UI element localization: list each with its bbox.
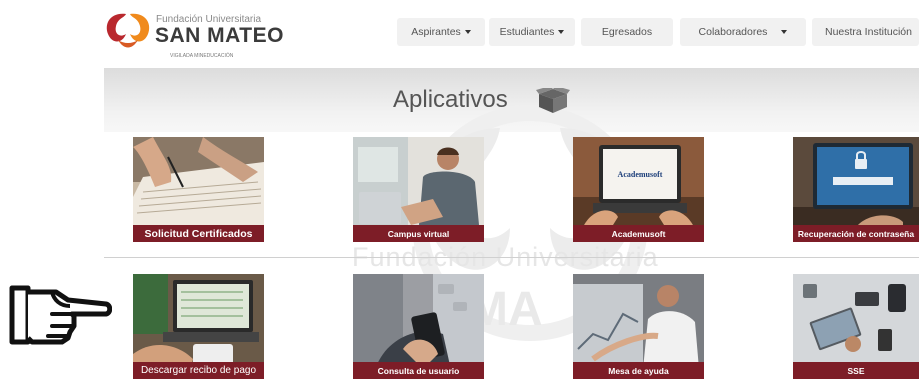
nav-nuestra-institucion-label: Nuestra Institución xyxy=(825,26,912,38)
tile-descargar-recibo[interactable]: Descargar recibo de pago xyxy=(133,274,264,379)
tile-label: Recuperación de contraseña xyxy=(793,225,919,242)
nav-nuestra-institucion[interactable]: Nuestra Institución xyxy=(812,18,919,46)
tile-recuperacion-contrasena[interactable]: Recuperación de contraseña xyxy=(793,137,919,242)
academusoft-screen-text: Academusoft xyxy=(617,170,663,179)
logo-mark-icon xyxy=(106,13,150,48)
tile-label: Consulta de usuario xyxy=(353,362,484,379)
chevron-down-icon xyxy=(558,30,565,34)
tile-solicitud-certificados[interactable]: Solicitud Certificados xyxy=(133,137,264,242)
row-divider xyxy=(104,257,919,258)
logo-tagline: VIGILADA MINEDUCACIÓN xyxy=(170,53,234,59)
site-header: Fundación Universitaria SAN MATEO VIGILA… xyxy=(0,0,919,68)
chevron-down-icon xyxy=(464,30,471,34)
tile-label: Descargar recibo de pago xyxy=(133,362,264,379)
section-title: Aplicativos xyxy=(393,86,508,113)
tile-mesa-de-ayuda[interactable]: Mesa de ayuda xyxy=(573,274,704,379)
nav-colaboradores[interactable]: Colaboradores xyxy=(680,18,806,46)
nav-aspirantes-label: Aspirantes xyxy=(411,26,461,38)
tile-label: Academusoft xyxy=(573,225,704,242)
tile-campus-virtual[interactable]: Campus virtual xyxy=(353,137,484,242)
tile-label: Campus virtual xyxy=(353,225,484,242)
tile-consulta-usuario[interactable]: Consulta de usuario xyxy=(353,274,484,379)
pointing-hand-icon xyxy=(9,285,112,345)
tile-label: SSE xyxy=(793,362,919,379)
nav-egresados[interactable]: Egresados xyxy=(581,18,673,46)
chevron-down-icon xyxy=(781,30,788,34)
nav-aspirantes[interactable]: Aspirantes xyxy=(397,18,485,46)
tile-academusoft[interactable]: Academusoft Academusoft xyxy=(573,137,704,242)
logo-line-2: SAN MATEO xyxy=(155,24,284,47)
nav-estudiantes-label: Estudiantes xyxy=(499,26,555,38)
tile-label: Solicitud Certificados xyxy=(133,225,264,242)
nav-colaboradores-label: Colaboradores xyxy=(698,26,768,38)
site-logo[interactable]: Fundación Universitaria SAN MATEO VIGILA… xyxy=(104,8,304,63)
nav-egresados-label: Egresados xyxy=(601,26,653,38)
tile-sse[interactable]: SSE xyxy=(793,274,919,379)
nav-estudiantes[interactable]: Estudiantes xyxy=(489,18,575,46)
box-icon xyxy=(536,88,570,113)
tile-label: Mesa de ayuda xyxy=(573,362,704,379)
